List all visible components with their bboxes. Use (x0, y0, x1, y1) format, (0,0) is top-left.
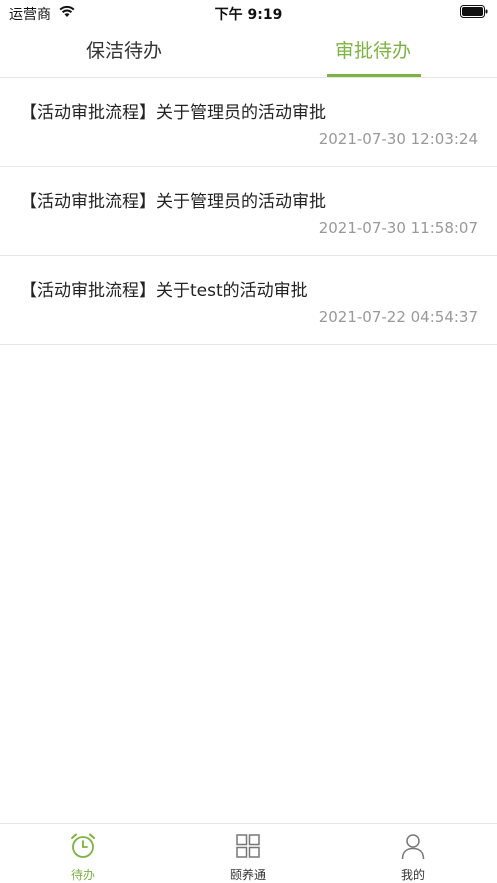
tab-approval-todo[interactable]: 审批待办 (293, 26, 453, 78)
nav-item-todo[interactable]: 待办 (33, 824, 133, 883)
nav-label: 待办 (70, 868, 95, 882)
nav-label: 颐养通 (229, 868, 266, 882)
bottom-nav: 待办 颐养通 我的 (0, 823, 497, 883)
grid-icon (236, 834, 260, 858)
status-time: 下午 9:19 (214, 7, 283, 23)
nav-item-yiyangtong[interactable]: 颐养通 (198, 824, 298, 883)
nav-item-mine[interactable]: 我的 (363, 824, 463, 883)
list-item[interactable]: 【活动审批流程】关于管理员的活动审批 2021-07-30 11:58:07 (0, 167, 497, 256)
item-time: 2021-07-30 11:58:07 (318, 219, 478, 237)
active-tab-indicator (327, 74, 421, 77)
user-icon (401, 834, 425, 860)
status-bar: 运营商 下午 9:19 (0, 0, 497, 26)
list-item[interactable]: 【活动审批流程】关于test的活动审批 2021-07-22 04:54:37 (0, 256, 497, 345)
item-time: 2021-07-30 12:03:24 (318, 130, 478, 148)
list-item[interactable]: 【活动审批流程】关于管理员的活动审批 2021-07-30 12:03:24 (0, 78, 497, 167)
approval-list: 【活动审批流程】关于管理员的活动审批 2021-07-30 12:03:24 【… (0, 78, 497, 345)
tab-cleaning-todo[interactable]: 保洁待办 (44, 26, 204, 78)
item-title: 【活动审批流程】关于管理员的活动审批 (20, 192, 326, 212)
nav-label: 我的 (400, 868, 425, 882)
item-time: 2021-07-22 04:54:37 (318, 308, 478, 326)
item-title: 【活动审批流程】关于管理员的活动审批 (20, 103, 326, 123)
tab-bar: 保洁待办 审批待办 (0, 26, 497, 78)
item-title: 【活动审批流程】关于test的活动审批 (20, 281, 308, 301)
battery-icon (460, 5, 488, 18)
alarm-clock-icon (71, 833, 95, 858)
